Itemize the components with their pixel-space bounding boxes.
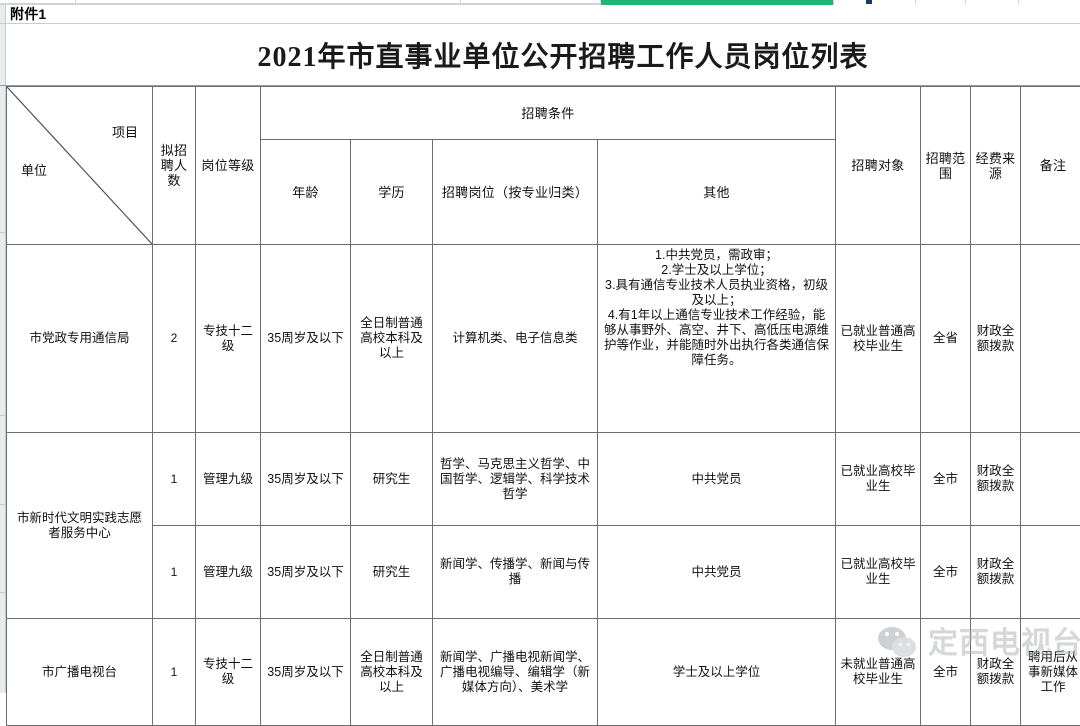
cell-other: 1.中共党员，需政审； 2.学士及以上学位； 3.具有通信专业技术人员执业资格，… [598, 245, 836, 433]
header-level: 岗位等级 [196, 87, 261, 245]
cell-major: 新闻学、传播学、新闻与传播 [433, 526, 598, 619]
cell-age: 35周岁及以下 [261, 526, 351, 619]
page-title: 2021年市直事业单位公开招聘工作人员岗位列表 [6, 24, 1080, 85]
job-listing-table-wrapper: 项目 单位 拟招聘人数 岗位等级 招聘条件 招聘对象 招聘范围 经费来源 备注 … [6, 86, 1080, 693]
cell-education: 研究生 [351, 433, 433, 526]
cell-major: 哲学、马克思主义哲学、中国哲学、逻辑学、科学技术哲学 [433, 433, 598, 526]
cell-count: 2 [153, 245, 196, 433]
header-conditions-group: 招聘条件 [261, 87, 836, 140]
cell-level: 管理九级 [196, 433, 261, 526]
header-age: 年龄 [261, 140, 351, 245]
cell-age: 35周岁及以下 [261, 619, 351, 726]
row-header-gutter[interactable] [0, 5, 6, 23]
table-header-row-1: 项目 单位 拟招聘人数 岗位等级 招聘条件 招聘对象 招聘范围 经费来源 备注 [7, 87, 1080, 140]
cell-scope: 全市 [921, 433, 971, 526]
header-major: 招聘岗位（按专业归类） [433, 140, 598, 245]
table-row: 市广播电视台 1 专技十二级 35周岁及以下 全日制普通高校本科及以上 新闻学、… [7, 619, 1080, 726]
table-row: 市新时代文明实践志愿者服务中心 1 管理九级 35周岁及以下 研究生 哲学、马克… [7, 433, 1080, 526]
job-listing-table: 项目 单位 拟招聘人数 岗位等级 招聘条件 招聘对象 招聘范围 经费来源 备注 … [6, 86, 1080, 726]
cell-count: 1 [153, 433, 196, 526]
cell-target: 已就业高校毕业生 [836, 433, 921, 526]
cell-major: 计算机类、电子信息类 [433, 245, 598, 433]
selection-fill-handle[interactable] [866, 0, 872, 4]
cell-age: 35周岁及以下 [261, 245, 351, 433]
cell-funding: 财政全额拨款 [971, 433, 1021, 526]
cell-remark [1021, 245, 1080, 433]
cell-other: 中共党员 [598, 433, 836, 526]
table-row: 市党政专用通信局 2 专技十二级 35周岁及以下 全日制普通高校本科及以上 计算… [7, 245, 1080, 433]
cell-remark: 聘用后从事新媒体工作 [1021, 619, 1080, 726]
cell-level: 专技十二级 [196, 245, 261, 433]
header-funding: 经费来源 [971, 87, 1021, 245]
cell-other: 中共党员 [598, 526, 836, 619]
attachment-label: 附件1 [10, 6, 46, 23]
cell-education: 全日制普通高校本科及以上 [351, 245, 433, 433]
header-other: 其他 [598, 140, 836, 245]
attachment-label-row: 附件1 [0, 5, 1080, 24]
cell-major: 新闻学、广播电视新闻学、广播电视编导、编辑学（新媒体方向）、美术学 [433, 619, 598, 726]
cell-other: 学士及以上学位 [598, 619, 836, 726]
cell-remark [1021, 526, 1080, 619]
cell-count: 1 [153, 526, 196, 619]
corner-col-label: 单位 [21, 163, 47, 178]
cell-level: 管理九级 [196, 526, 261, 619]
cell-target: 未就业普通高校毕业生 [836, 619, 921, 726]
cell-remark [1021, 433, 1080, 526]
title-band: 2021年市直事业单位公开招聘工作人员岗位列表 [0, 24, 1080, 86]
cell-unit: 市广播电视台 [7, 619, 153, 726]
header-remark: 备注 [1021, 87, 1080, 245]
cell-level: 专技十二级 [196, 619, 261, 726]
cell-target: 已就业普通高校毕业生 [836, 245, 921, 433]
header-scope: 招聘范围 [921, 87, 971, 245]
cell-target: 已就业高校毕业生 [836, 526, 921, 619]
cell-funding: 财政全额拨款 [971, 526, 1021, 619]
cell-education: 全日制普通高校本科及以上 [351, 619, 433, 726]
header-education: 学历 [351, 140, 433, 245]
cell-scope: 全市 [921, 619, 971, 726]
corner-row-label: 项目 [112, 125, 138, 140]
table-row: 1 管理九级 35周岁及以下 研究生 新闻学、传播学、新闻与传播 中共党员 已就… [7, 526, 1080, 619]
header-count: 拟招聘人数 [153, 87, 196, 245]
cell-age: 35周岁及以下 [261, 433, 351, 526]
header-target: 招聘对象 [836, 87, 921, 245]
cell-unit: 市新时代文明实践志愿者服务中心 [7, 433, 153, 619]
cell-count: 1 [153, 619, 196, 726]
cell-scope: 全市 [921, 526, 971, 619]
cell-scope: 全省 [921, 245, 971, 433]
header-corner-cell: 项目 单位 [7, 87, 153, 245]
cell-funding: 财政全额拨款 [971, 619, 1021, 726]
cell-funding: 财政全额拨款 [971, 245, 1021, 433]
cell-unit: 市党政专用通信局 [7, 245, 153, 433]
cell-education: 研究生 [351, 526, 433, 619]
